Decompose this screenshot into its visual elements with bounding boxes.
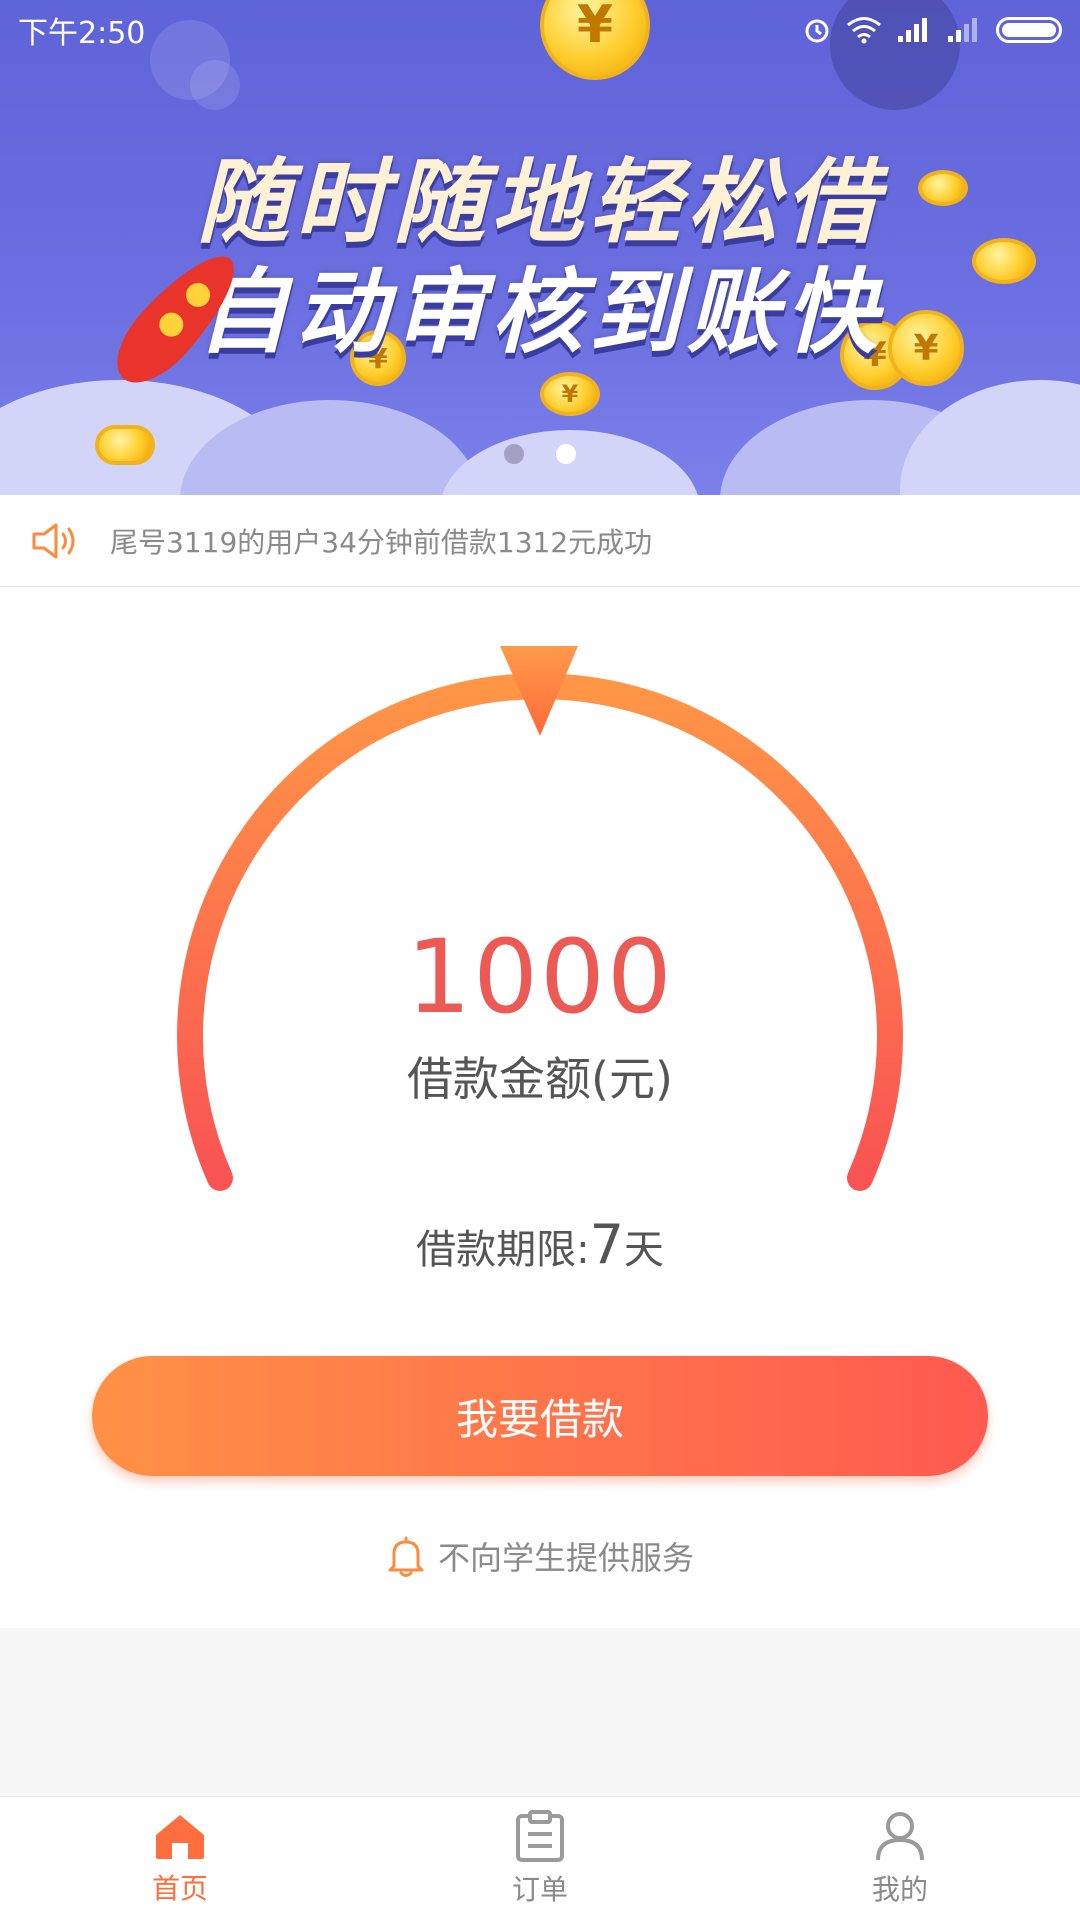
carousel-dot[interactable]: [504, 444, 524, 464]
loan-term-value: 7: [589, 1213, 624, 1276]
speaker-icon: [32, 523, 75, 558]
student-notice: 不向学生提供服务: [0, 1533, 1080, 1579]
signal-icon: [898, 18, 927, 42]
coin-icon: ¥: [540, 372, 600, 416]
carousel-indicator: [0, 444, 1080, 464]
signal-icon-2: [948, 18, 977, 42]
tab-label: 我的: [871, 1872, 928, 1906]
battery-icon: [996, 17, 1062, 43]
tab-label: 订单: [511, 1872, 568, 1906]
tab-orders[interactable]: 订单: [440, 1809, 640, 1908]
tab-home[interactable]: 首页: [80, 1811, 280, 1907]
loan-panel: 1000 借款金额(元) 借款期限:7天 我要借款 不向学生提供服务: [0, 588, 1080, 1628]
bell-icon: [388, 1536, 424, 1577]
student-notice-text: 不向学生提供服务: [437, 1539, 694, 1577]
tab-label: 首页: [151, 1871, 208, 1905]
status-time: 下午2:50: [18, 16, 146, 51]
status-bar: 下午2:50: [0, 0, 1080, 60]
tab-mine[interactable]: 我的: [800, 1810, 1000, 1908]
loan-amount-value: 1000: [406, 918, 674, 1037]
loan-term: 借款期限:7天: [0, 1213, 1080, 1276]
loan-term-unit: 天: [623, 1227, 664, 1273]
loan-term-prefix: 借款期限:: [416, 1227, 590, 1273]
carousel-dot-active[interactable]: [556, 444, 576, 464]
clipboard-icon: [516, 1809, 564, 1862]
notice-text: 尾号3119的用户34分钟前借款1312元成功: [110, 525, 653, 559]
wifi-icon: [847, 17, 881, 44]
apply-loan-button[interactable]: 我要借款: [92, 1356, 988, 1476]
home-icon: [156, 1814, 204, 1859]
bottom-tab-bar: 首页 订单 我的: [0, 1796, 1080, 1920]
loan-notice-bar: 尾号3119的用户34分钟前借款1312元成功: [0, 495, 1080, 587]
promo-banner[interactable]: 下午2:50 ¥ ¥ ¥ ¥ ¥ 随时随地轻松借 自动审核到账快: [0, 0, 1080, 495]
user-icon: [876, 1811, 924, 1860]
alarm-icon: [805, 19, 829, 43]
loan-amount-label: 借款金额(元): [407, 1052, 673, 1106]
